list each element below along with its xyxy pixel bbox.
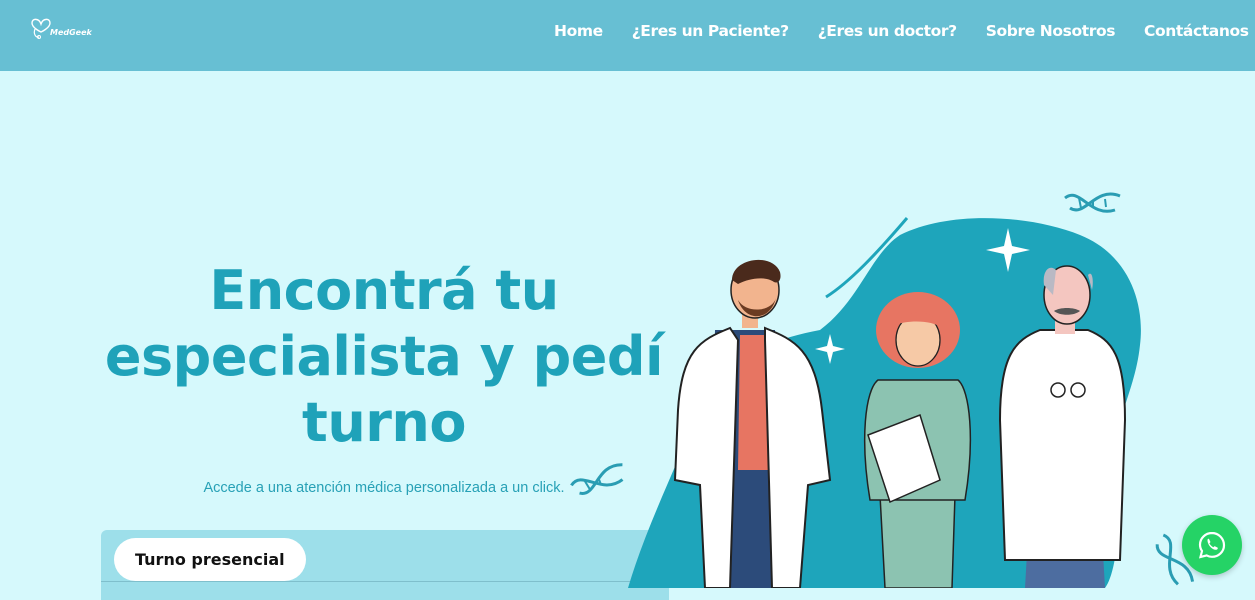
main-nav: Home ¿Eres un Paciente? ¿Eres un doctor?… bbox=[554, 22, 1255, 40]
heart-stethoscope-icon bbox=[31, 18, 51, 39]
whatsapp-button[interactable] bbox=[1182, 515, 1242, 575]
doctors-illustration bbox=[570, 192, 1195, 588]
tab-in-person[interactable]: Turno presencial bbox=[114, 538, 306, 581]
nav-patient[interactable]: ¿Eres un Paciente? bbox=[632, 22, 789, 40]
whatsapp-icon bbox=[1198, 531, 1226, 559]
nav-contact[interactable]: Contáctanos bbox=[1144, 22, 1249, 40]
brand-name: MedGeek bbox=[50, 27, 92, 37]
dna-icon bbox=[1064, 192, 1121, 213]
nav-doctor[interactable]: ¿Eres un doctor? bbox=[818, 22, 957, 40]
nav-home[interactable]: Home bbox=[554, 22, 603, 40]
logo[interactable]: MedGeek bbox=[30, 14, 92, 40]
navbar: MedGeek Home ¿Eres un Paciente? ¿Eres un… bbox=[0, 0, 1255, 71]
dna-icon bbox=[570, 463, 624, 495]
nav-about[interactable]: Sobre Nosotros bbox=[986, 22, 1116, 40]
